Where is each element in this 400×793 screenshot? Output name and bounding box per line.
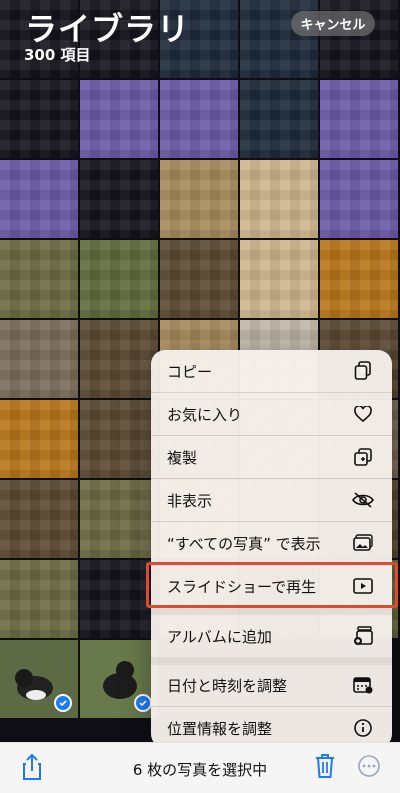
photo-thumbnail[interactable] — [0, 80, 78, 158]
photo-thumbnail-selected[interactable] — [0, 640, 78, 718]
photo-thumbnail[interactable] — [0, 240, 78, 318]
menu-item-adjust-date-time[interactable]: 日付と時刻を調整 — [151, 664, 392, 706]
menu-item-slideshow[interactable]: スライドショーで再生 — [151, 565, 392, 607]
menu-item-label: 日付と時刻を調整 — [167, 676, 288, 695]
photo-thumbnail[interactable] — [80, 240, 158, 318]
photo-thumbnail[interactable] — [0, 400, 78, 478]
menu-item-label: アルバムに追加 — [167, 627, 272, 646]
menu-item-show-in-all-photos[interactable]: “すべての写真” で表示 — [151, 522, 392, 564]
menu-item-label: 複製 — [167, 448, 198, 467]
menu-item-label: スライドショーで再生 — [167, 577, 317, 596]
photo-thumbnail[interactable] — [0, 160, 78, 238]
selected-check-icon — [54, 694, 72, 712]
photo-thumbnail[interactable] — [80, 400, 158, 478]
photo-thumbnail-selected[interactable] — [80, 640, 158, 718]
photo-thumbnail[interactable] — [160, 80, 238, 158]
play-icon — [352, 575, 374, 597]
menu-item-label: コピー — [167, 362, 213, 381]
eye-slash-icon — [352, 489, 374, 511]
photo-thumbnail[interactable] — [320, 80, 398, 158]
photo-thumbnail[interactable] — [80, 320, 158, 398]
photo-thumbnail[interactable] — [320, 160, 398, 238]
menu-item-label: “すべての写真” で表示 — [167, 534, 321, 553]
duplicate-icon — [352, 446, 374, 468]
selected-check-icon — [134, 694, 152, 712]
menu-item-copy[interactable]: コピー — [151, 350, 392, 392]
menu-item-duplicate[interactable]: 複製 — [151, 436, 392, 478]
trash-icon[interactable] — [314, 753, 336, 779]
photo-thumbnail[interactable] — [0, 320, 78, 398]
photo-thumbnail[interactable] — [80, 80, 158, 158]
bottom-toolbar: 6 枚の写真を選択中 — [0, 742, 400, 793]
info-icon — [352, 717, 374, 739]
photo-thumbnail[interactable] — [240, 160, 318, 238]
menu-item-add-to-album[interactable]: アルバムに追加 — [151, 615, 392, 657]
photo-thumbnail[interactable] — [320, 240, 398, 318]
photo-thumbnail[interactable] — [0, 480, 78, 558]
menu-item-hide[interactable]: 非表示 — [151, 479, 392, 521]
photo-thumbnail[interactable] — [240, 80, 318, 158]
selection-status: 6 枚の写真を選択中 — [132, 761, 268, 779]
menu-item-label: 位置情報を調整 — [167, 719, 273, 738]
photo-thumbnail[interactable] — [80, 480, 158, 558]
heart-icon — [352, 403, 374, 425]
context-menu: コピー お気に入り 複製 非表示 “すべての写真” で表示 スライドショーで再生 — [151, 350, 392, 748]
photo-thumbnail[interactable] — [240, 240, 318, 318]
add-to-album-icon — [352, 625, 374, 647]
calendar-icon — [352, 674, 374, 696]
photo-thumbnail[interactable] — [80, 160, 158, 238]
photo-thumbnail[interactable] — [160, 160, 238, 238]
more-icon[interactable] — [358, 755, 380, 777]
copy-icon — [352, 360, 374, 382]
menu-item-label: 非表示 — [167, 491, 213, 510]
photo-thumbnail[interactable] — [80, 560, 158, 638]
menu-item-label: お気に入り — [167, 405, 243, 424]
item-count: 300 項目 — [24, 46, 91, 64]
cancel-button[interactable]: キャンセル — [291, 11, 375, 36]
menu-item-favorite[interactable]: お気に入り — [151, 393, 392, 435]
photo-icon — [352, 532, 374, 554]
photo-thumbnail[interactable] — [0, 560, 78, 638]
photo-thumbnail[interactable] — [160, 240, 238, 318]
